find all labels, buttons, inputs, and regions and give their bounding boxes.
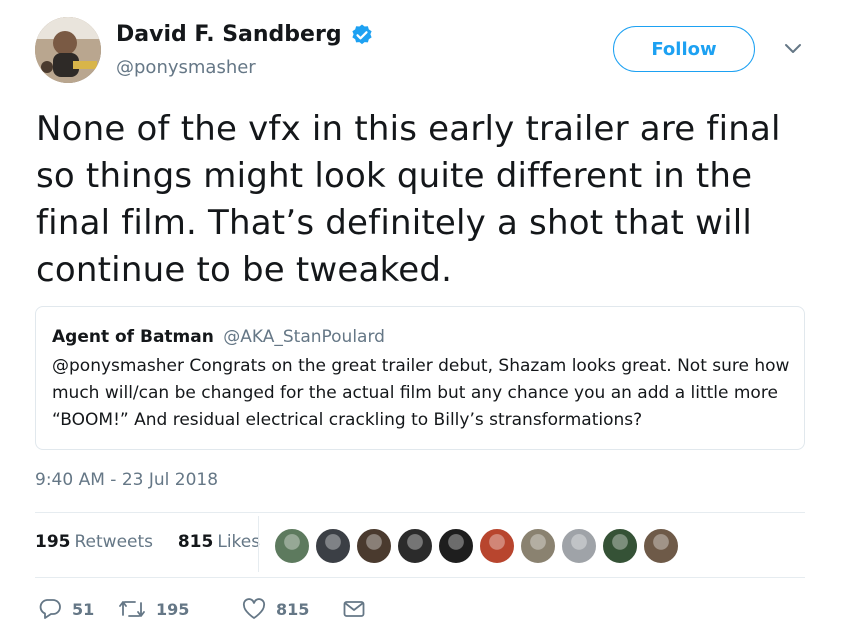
verified-badge-icon	[351, 24, 372, 44]
chevron-down-icon[interactable]	[782, 40, 804, 58]
tweet-timestamp[interactable]: 9:40 AM - 23 Jul 2018	[35, 470, 218, 490]
likes-stat[interactable]: 815 Likes	[178, 532, 260, 552]
author-name-row: David F. Sandberg	[116, 22, 374, 47]
likes-label: Likes	[217, 532, 261, 552]
envelope-icon	[343, 601, 365, 617]
liker-avatar[interactable]	[437, 527, 475, 565]
liker-avatar[interactable]	[355, 527, 393, 565]
direct-message-button[interactable]	[342, 598, 366, 620]
liker-avatar[interactable]	[601, 527, 639, 565]
retweet-icon	[119, 601, 145, 617]
follow-button[interactable]: Follow	[613, 26, 755, 72]
quoted-tweet-text: @ponysmasher Congrats on the great trail…	[52, 356, 790, 430]
divider	[35, 512, 805, 513]
stats-divider	[258, 516, 259, 572]
quoted-tweet[interactable]: Agent of Batman @AKA_StanPoulard @ponysm…	[35, 306, 805, 450]
tweet-text: None of the vfx in this early trailer ar…	[36, 109, 781, 290]
liker-avatars	[273, 527, 685, 565]
retweet-button[interactable]: 195	[118, 598, 242, 620]
retweets-count: 195	[35, 532, 71, 552]
reply-icon	[39, 599, 61, 619]
retweets-label: Retweets	[74, 532, 154, 552]
liker-avatar[interactable]	[519, 527, 557, 565]
author-name[interactable]: David F. Sandberg	[116, 22, 342, 47]
liker-avatar[interactable]	[478, 527, 516, 565]
liker-avatar[interactable]	[560, 527, 598, 565]
reply-button[interactable]: 51	[38, 598, 118, 620]
action-bar: 51 195 815	[38, 598, 366, 620]
liker-avatar[interactable]	[396, 527, 434, 565]
like-count: 815	[276, 599, 310, 619]
liker-avatar[interactable]	[273, 527, 311, 565]
retweets-stat[interactable]: 195 Retweets	[35, 532, 158, 552]
retweet-count: 195	[156, 599, 190, 619]
quoted-author-name: Agent of Batman	[52, 327, 214, 347]
like-button[interactable]: 815	[242, 598, 342, 620]
reply-count: 51	[72, 599, 95, 619]
divider	[35, 577, 805, 578]
avatar-photo-icon	[35, 17, 101, 83]
heart-icon	[242, 598, 266, 619]
quoted-tweet-header: Agent of Batman @AKA_StanPoulard	[52, 327, 385, 347]
liker-avatar[interactable]	[314, 527, 352, 565]
author-avatar[interactable]	[35, 17, 101, 83]
tweet-stats: 195 Retweets 815 Likes	[35, 532, 260, 552]
author-handle[interactable]: @ponysmasher	[116, 57, 256, 78]
likes-count: 815	[177, 532, 214, 552]
quoted-author-handle: @AKA_StanPoulard	[223, 327, 385, 347]
liker-avatar[interactable]	[642, 527, 680, 565]
